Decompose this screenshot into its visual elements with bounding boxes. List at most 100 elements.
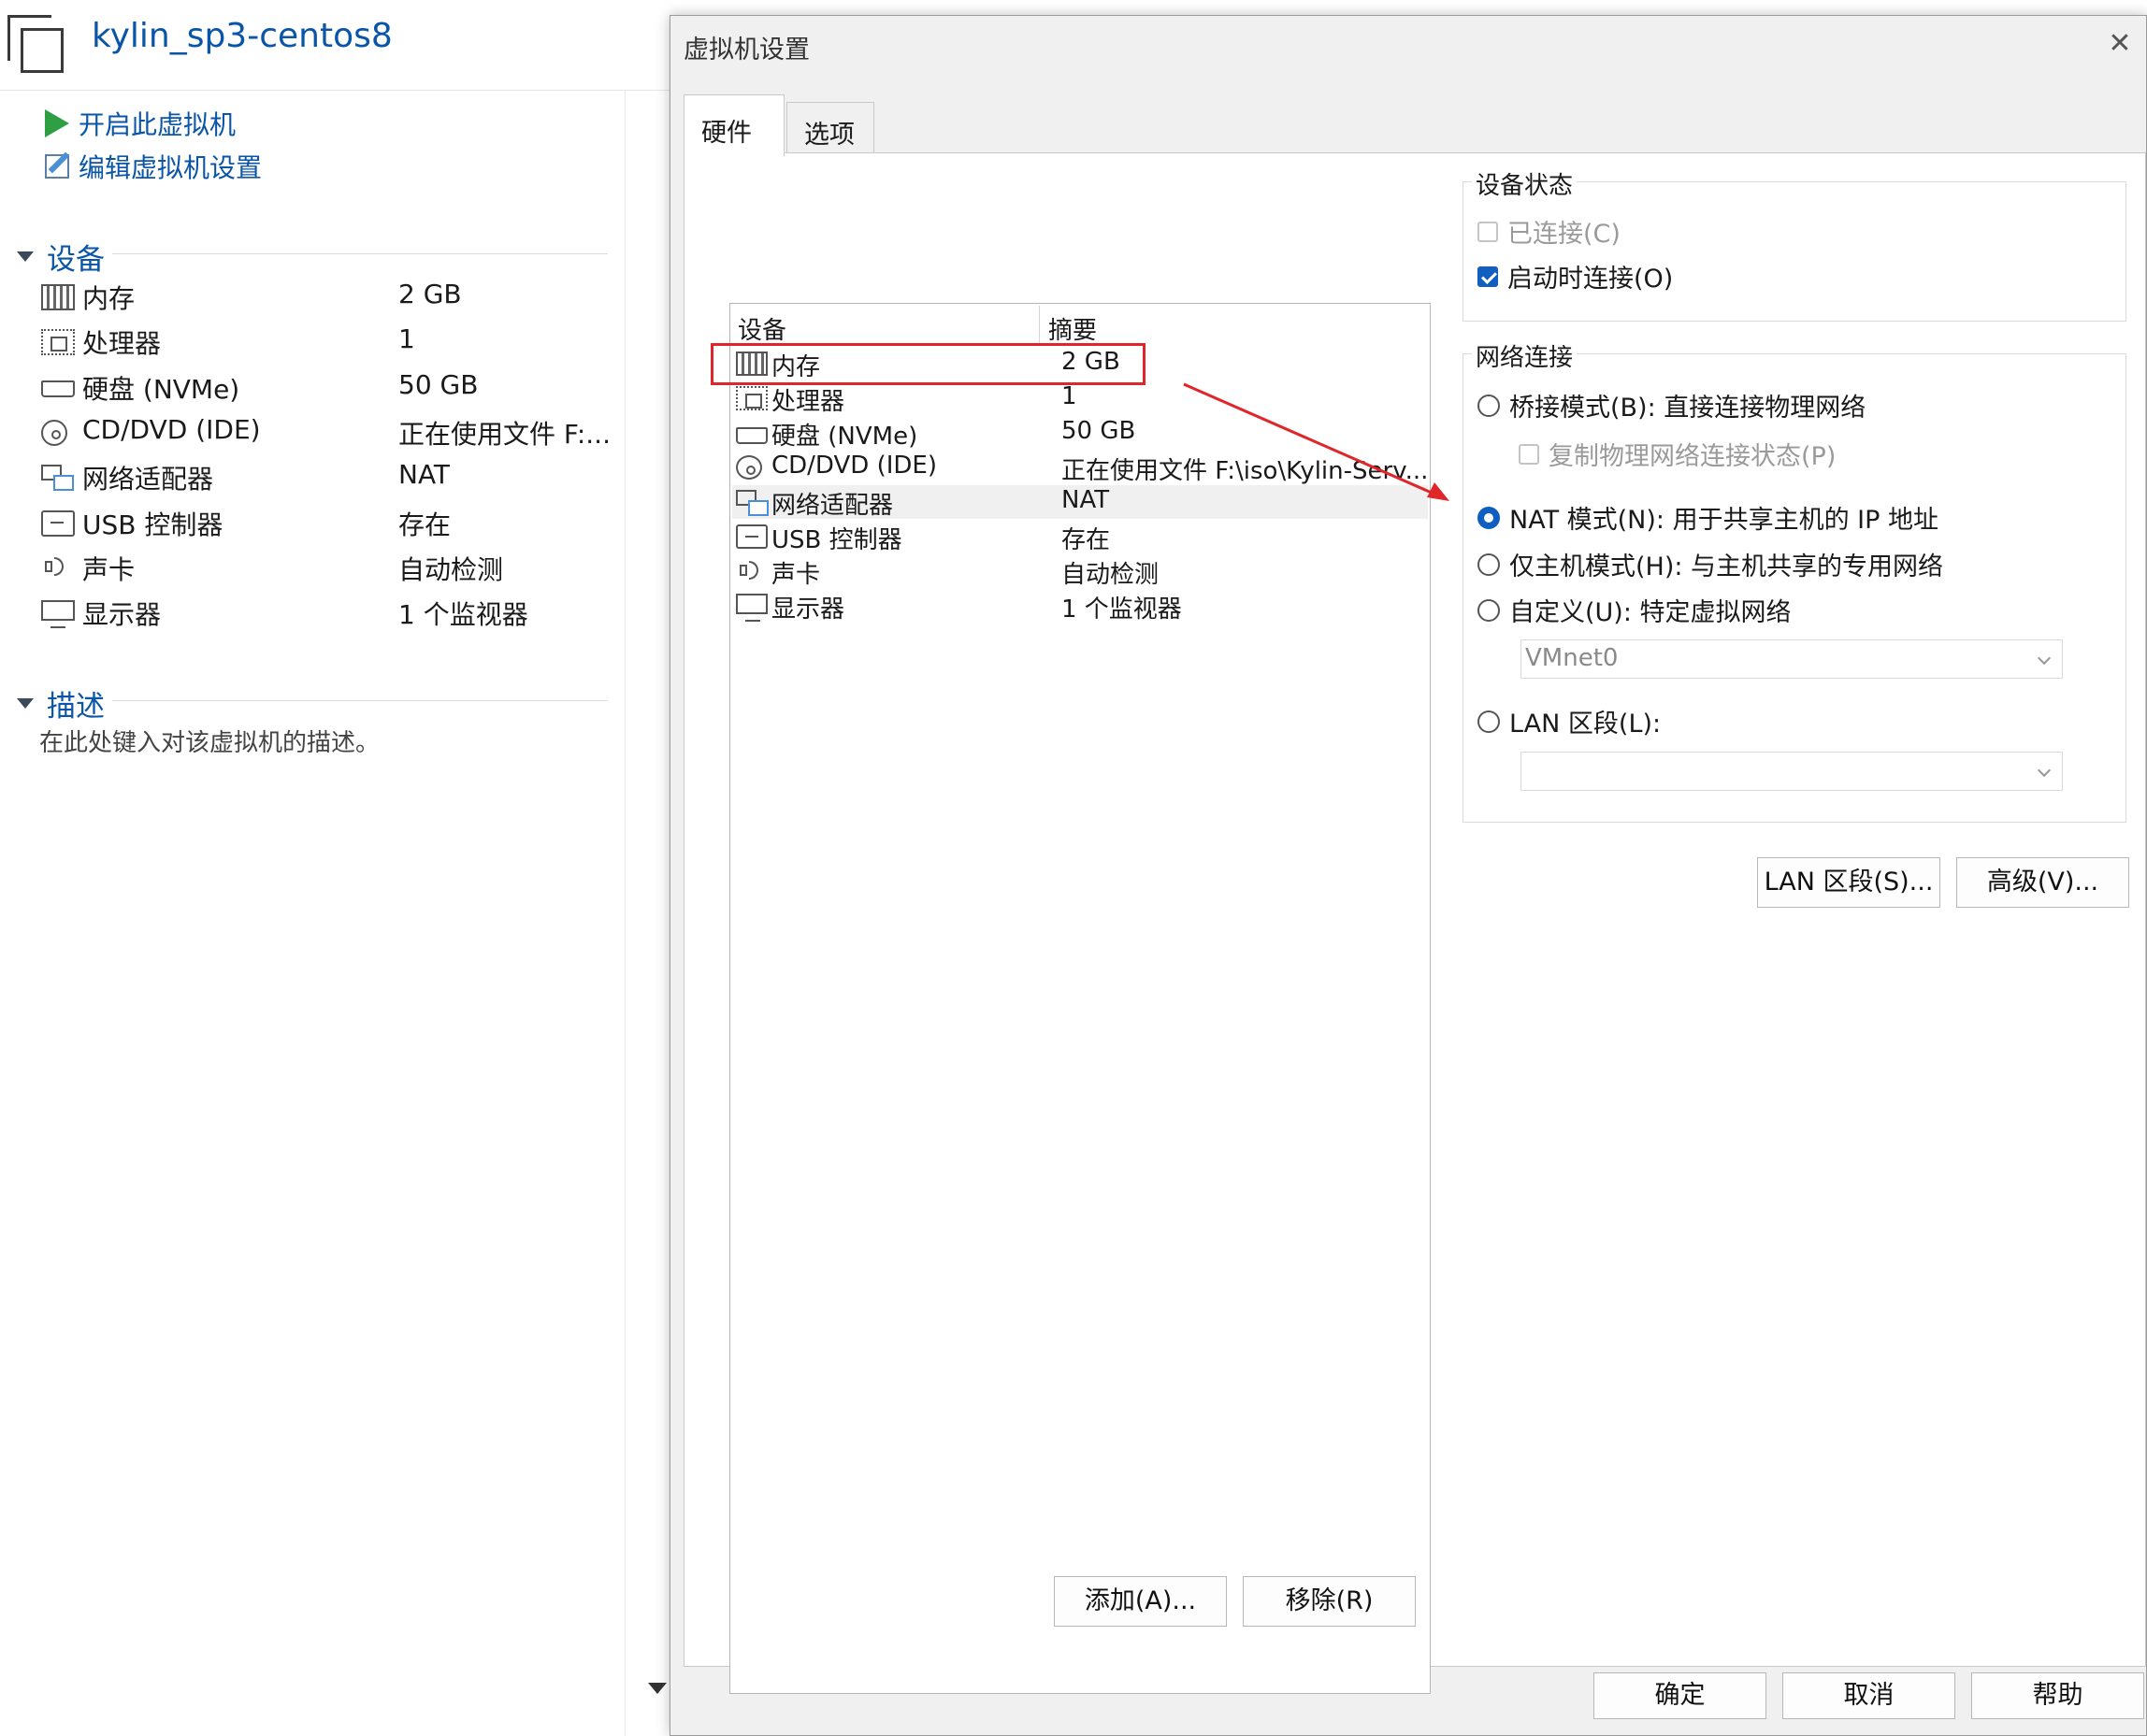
device-list-name: USB 控制器 xyxy=(771,526,902,554)
column-header-device[interactable]: 设备 xyxy=(738,311,786,346)
chevron-down-icon xyxy=(2037,763,2052,778)
close-icon[interactable]: ✕ xyxy=(2107,30,2133,58)
device-list-name: 硬盘 (NVMe) xyxy=(771,423,918,451)
tab-strip: 硬件 选项 xyxy=(684,94,2147,156)
device-list-row[interactable]: 声卡 自动检测 xyxy=(732,554,1428,589)
connected-checkbox[interactable] xyxy=(1477,221,1498,242)
description-section-toggle[interactable]: 描述 xyxy=(17,682,105,725)
annotation-highlight-box xyxy=(711,343,1146,385)
host-only-radio-row[interactable]: 仅主机模式(H): 与主机共享的专用网络 xyxy=(1477,546,1943,582)
device-name: 内存 xyxy=(82,283,136,314)
replicate-state-checkbox[interactable] xyxy=(1519,443,1539,465)
panel-divider xyxy=(625,90,626,1736)
sound-card-icon xyxy=(736,559,768,583)
lan-segment-radio[interactable] xyxy=(1477,710,1500,733)
custom-radio-row[interactable]: 自定义(U): 特定虚拟网络 xyxy=(1477,592,1792,628)
processor-icon xyxy=(736,386,768,410)
cancel-button[interactable]: 取消 xyxy=(1782,1672,1955,1719)
device-list-summary: 1 个监视器 xyxy=(1061,595,1182,624)
device-name: 网络适配器 xyxy=(82,464,214,495)
nat-radio-row[interactable]: NAT 模式(N): 用于共享主机的 IP 地址 xyxy=(1477,499,1938,536)
device-list-row[interactable]: USB 控制器 存在 xyxy=(732,520,1428,554)
device-summary-row[interactable]: 网络适配器 NAT xyxy=(41,459,621,496)
hard-disk-icon xyxy=(41,380,75,397)
device-summary-row[interactable]: USB 控制器 存在 xyxy=(41,505,621,542)
vm-settings-dialog: 虚拟机设置 ✕ 硬件 选项 设备 摘要 内存 2 GB 处理器 1 硬盘 (NVMe) 5… xyxy=(670,15,2147,1736)
connect-on-power-on-label: 启动时连接(O) xyxy=(1507,265,1674,294)
device-summary-row[interactable]: 显示器 1 个监视器 xyxy=(41,595,621,632)
lan-segment-radio-row[interactable]: LAN 区段(L): xyxy=(1477,703,1661,739)
device-list-name: 显示器 xyxy=(771,595,845,624)
virtual-machine-icon xyxy=(7,15,64,73)
edit-settings-link[interactable]: 编辑虚拟机设置 xyxy=(45,148,262,185)
device-status-title: 设备状态 xyxy=(1472,166,1578,201)
device-status-group xyxy=(1463,181,2126,322)
device-name: USB 控制器 xyxy=(82,509,223,540)
replicate-state-row: 复制物理网络连接状态(P) xyxy=(1519,436,1836,472)
device-list-name: CD/DVD (IDE) xyxy=(771,452,937,480)
bridged-radio-row[interactable]: 桥接模式(B): 直接连接物理网络 xyxy=(1477,387,1866,423)
display-icon xyxy=(41,600,75,629)
play-icon xyxy=(45,109,69,137)
column-divider[interactable] xyxy=(1039,306,1040,343)
help-button[interactable]: 帮助 xyxy=(1971,1672,2144,1719)
network-adapter-icon xyxy=(41,465,75,492)
usb-icon xyxy=(736,524,768,549)
device-name: 硬盘 (NVMe) xyxy=(82,373,240,405)
device-list-row[interactable]: 显示器 1 个监视器 xyxy=(732,589,1428,624)
annotation-arrow xyxy=(1183,382,1449,501)
section-divider xyxy=(112,700,608,701)
tab-hardware[interactable]: 硬件 xyxy=(684,94,785,156)
vm-header: kylin_sp3-centos8 xyxy=(0,0,673,91)
remove-device-button[interactable]: 移除(R) xyxy=(1243,1576,1416,1627)
connect-on-power-on-row: 启动时连接(O) xyxy=(1477,258,1673,294)
device-summary-row[interactable]: 硬盘 (NVMe) 50 GB xyxy=(41,369,621,407)
device-summary-row[interactable]: 处理器 1 xyxy=(41,323,621,361)
bridged-label: 桥接模式(B): 直接连接物理网络 xyxy=(1509,394,1866,423)
lan-segment-select[interactable] xyxy=(1520,752,2063,791)
nat-label: NAT 模式(N): 用于共享主机的 IP 地址 xyxy=(1509,506,1938,535)
device-value: 正在使用文件 F:... xyxy=(398,418,611,450)
bridged-radio[interactable] xyxy=(1477,394,1500,417)
device-value: 自动检测 xyxy=(398,553,504,585)
network-connection-title: 网络连接 xyxy=(1472,338,1578,373)
power-on-link[interactable]: 开启此虚拟机 xyxy=(45,105,236,142)
cd-dvd-icon xyxy=(736,455,762,480)
devices-section-toggle[interactable]: 设备 xyxy=(17,236,105,278)
description-placeholder[interactable]: 在此处键入对该虚拟机的描述。 xyxy=(39,724,380,758)
vmnet-select[interactable]: VMnet0 xyxy=(1520,639,2063,679)
lan-segment-label: LAN 区段(L): xyxy=(1509,710,1662,739)
scroll-down-arrow-icon[interactable] xyxy=(648,1683,667,1694)
power-on-label: 开启此虚拟机 xyxy=(79,109,237,140)
device-value: NAT xyxy=(398,459,451,491)
memory-icon xyxy=(41,284,75,310)
ok-button[interactable]: 确定 xyxy=(1593,1672,1766,1719)
device-name: 显示器 xyxy=(82,599,162,631)
tab-options[interactable]: 选项 xyxy=(786,102,874,152)
display-icon xyxy=(736,594,768,622)
custom-radio[interactable] xyxy=(1477,598,1500,622)
nat-radio[interactable] xyxy=(1477,506,1500,529)
device-value: 2 GB xyxy=(398,279,462,309)
device-list[interactable]: 设备 摘要 内存 2 GB 处理器 1 硬盘 (NVMe) 50 GB CD/DVD (ID… xyxy=(729,303,1431,1694)
cd-dvd-icon xyxy=(41,419,67,446)
processor-icon xyxy=(41,329,75,356)
device-value: 存在 xyxy=(398,509,452,540)
edit-icon xyxy=(45,154,69,179)
devices-heading: 设备 xyxy=(47,243,105,277)
vm-title: kylin_sp3-centos8 xyxy=(92,17,393,55)
device-list-name: 网络适配器 xyxy=(771,492,894,520)
column-header-summary[interactable]: 摘要 xyxy=(1048,311,1097,346)
device-list-summary: NAT xyxy=(1061,486,1110,514)
device-list-summary: 自动检测 xyxy=(1061,561,1160,589)
add-device-button[interactable]: 添加(A)... xyxy=(1054,1576,1227,1627)
device-summary-row[interactable]: 声卡 自动检测 xyxy=(41,550,621,587)
chevron-down-icon xyxy=(2037,651,2052,666)
device-summary-row[interactable]: CD/DVD (IDE) 正在使用文件 F:... xyxy=(41,414,621,452)
device-name: CD/DVD (IDE) xyxy=(82,413,261,445)
advanced-button[interactable]: 高级(V)... xyxy=(1956,857,2129,908)
lan-segments-button[interactable]: LAN 区段(S)... xyxy=(1757,857,1940,908)
connect-on-power-on-checkbox[interactable] xyxy=(1477,265,1498,287)
host-only-radio[interactable] xyxy=(1477,552,1500,576)
device-summary-row[interactable]: 内存 2 GB xyxy=(41,279,621,316)
